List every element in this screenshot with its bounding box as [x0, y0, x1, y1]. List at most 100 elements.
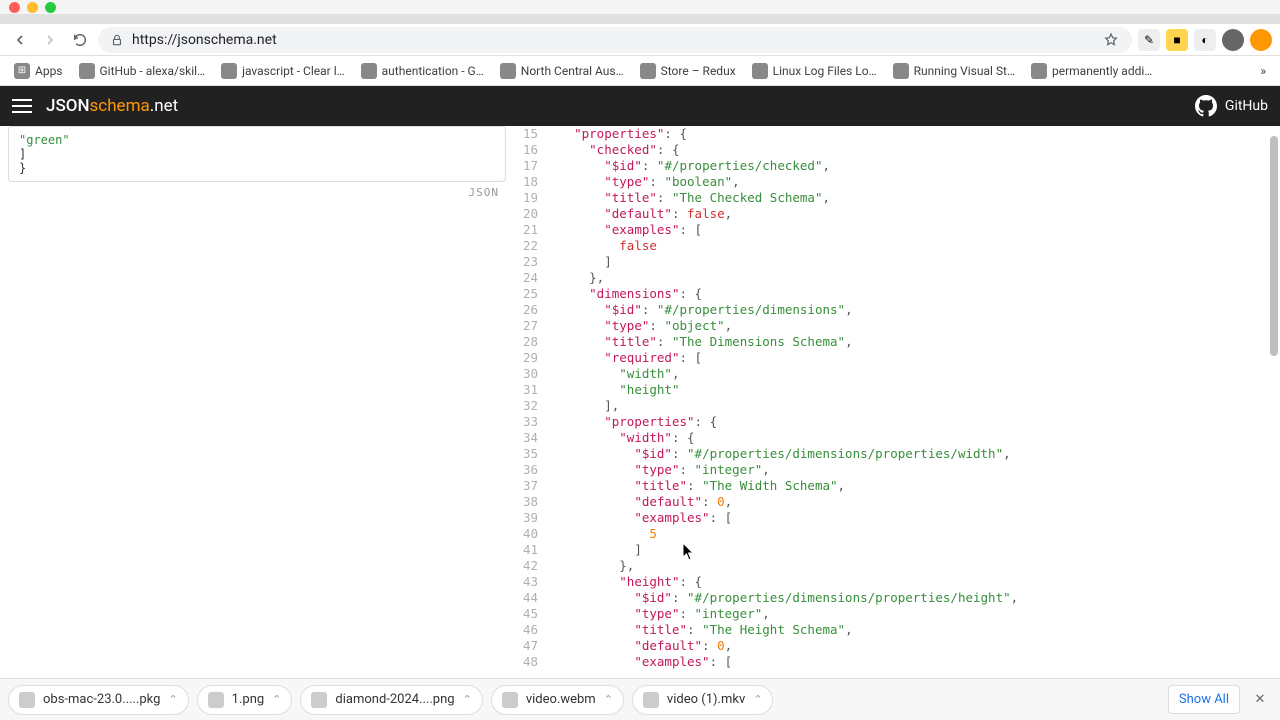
code-line: "examples": [	[544, 222, 1280, 238]
close-downloads-bar[interactable]: ✕	[1248, 688, 1272, 712]
forward-button[interactable]	[38, 28, 62, 52]
app-brand: JSONschema.net	[46, 96, 178, 116]
code-line: "type": "integer",	[544, 606, 1280, 622]
bookmark-item[interactable]: authentication - G…	[355, 59, 490, 83]
bookmark-item[interactable]: javascript - Clear l…	[215, 59, 351, 83]
download-item[interactable]: video (1).mkv⌃	[632, 685, 774, 715]
code-line: "title": "The Dimensions Schema",	[544, 334, 1280, 350]
line-number: 36	[514, 462, 538, 478]
download-item[interactable]: 1.png ⌃	[197, 685, 293, 715]
show-all-downloads[interactable]: Show All	[1168, 685, 1240, 714]
line-number: 19	[514, 190, 538, 206]
line-number: 15	[514, 126, 538, 142]
code-line: "width",	[544, 366, 1280, 382]
download-filename: 1.png	[232, 692, 265, 707]
github-link[interactable]: GitHub	[1195, 95, 1268, 117]
bookmark-item[interactable]: ⊞Apps	[8, 59, 69, 83]
line-number: 20	[514, 206, 538, 222]
bookmark-item[interactable]: GitHub - alexa/skil…	[73, 59, 212, 83]
star-icon[interactable]	[1102, 31, 1120, 49]
so-icon	[221, 63, 237, 79]
address-bar[interactable]: https://jsonschema.net	[98, 27, 1132, 53]
extension-icon[interactable]: ◐	[1194, 29, 1216, 51]
json-input-editor[interactable]: "green" ]} JSON	[8, 126, 506, 182]
chevron-up-icon[interactable]: ⌃	[168, 693, 177, 706]
chevron-up-icon[interactable]: ⌃	[604, 693, 613, 706]
bookmark-label: Store – Redux	[661, 64, 736, 78]
back-button[interactable]	[8, 28, 32, 52]
menu-button[interactable]	[12, 99, 32, 113]
file-icon	[19, 692, 35, 708]
code-line: "default": 0,	[544, 638, 1280, 654]
code-line: "title": "The Width Schema",	[544, 478, 1280, 494]
chevron-up-icon[interactable]: ⌃	[272, 693, 281, 706]
code-line: ]	[544, 254, 1280, 270]
code-line: },	[544, 270, 1280, 286]
url-text: https://jsonschema.net	[132, 32, 277, 48]
line-number: 45	[514, 606, 538, 622]
file-icon	[208, 692, 224, 708]
editor-line: ]	[19, 147, 495, 161]
code-line: ],	[544, 398, 1280, 414]
line-number: 37	[514, 478, 538, 494]
lock-icon	[110, 33, 124, 47]
bookmark-item[interactable]: Linux Log Files Lo…	[746, 59, 883, 83]
lx-icon	[752, 63, 768, 79]
file-icon	[643, 692, 659, 708]
browser-toolbar: https://jsonschema.net ✎ ■ ◐	[0, 24, 1280, 56]
code-line: "default": 0,	[544, 494, 1280, 510]
line-number: 43	[514, 574, 538, 590]
code-line: "$id": "#/properties/checked",	[544, 158, 1280, 174]
browser-tabstrip[interactable]	[0, 14, 1280, 24]
gh-icon	[79, 63, 95, 79]
line-number: 30	[514, 366, 538, 382]
code-line: "height": {	[544, 574, 1280, 590]
github-icon	[1195, 95, 1217, 117]
line-number: 48	[514, 654, 538, 670]
line-number: 46	[514, 622, 538, 638]
line-number: 21	[514, 222, 538, 238]
bookmarks-overflow[interactable]: »	[1254, 60, 1272, 82]
bookmark-label: authentication - G…	[382, 64, 484, 78]
line-number: 40	[514, 526, 538, 542]
minimize-window-button[interactable]	[27, 2, 38, 13]
download-item[interactable]: diamond-2024....png⌃	[300, 685, 482, 715]
bookmark-label: GitHub - alexa/skil…	[100, 64, 206, 78]
line-number: 25	[514, 286, 538, 302]
line-number: 35	[514, 446, 538, 462]
bookmark-item[interactable]: North Central Aus…	[494, 59, 630, 83]
extension-icon[interactable]: ✎	[1138, 29, 1160, 51]
reload-button[interactable]	[68, 28, 92, 52]
chevron-up-icon[interactable]: ⌃	[463, 693, 472, 706]
line-number: 18	[514, 174, 538, 190]
download-filename: video.webm	[526, 692, 596, 707]
bookmarks-bar: ⊞Apps GitHub - alexa/skil… javascript - Cl…	[0, 56, 1280, 86]
line-number: 27	[514, 318, 538, 334]
line-number: 47	[514, 638, 538, 654]
download-item[interactable]: video.webm ⌃	[491, 685, 624, 715]
code-line: "type": "boolean",	[544, 174, 1280, 190]
bookmark-label: Apps	[35, 64, 63, 78]
line-number: 24	[514, 270, 538, 286]
close-window-button[interactable]	[9, 2, 20, 13]
schema-code[interactable]: "properties": { "checked": { "$id": "#/p…	[544, 126, 1280, 678]
bookmark-item[interactable]: permanently addi…	[1025, 59, 1158, 83]
code-line: "properties": {	[544, 414, 1280, 430]
code-line: "$id": "#/properties/dimensions/properti…	[544, 446, 1280, 462]
line-number: 31	[514, 382, 538, 398]
chevron-up-icon[interactable]: ⌃	[753, 693, 762, 706]
line-number: 23	[514, 254, 538, 270]
maximize-window-button[interactable]	[45, 2, 56, 13]
bookmark-item[interactable]: Store – Redux	[634, 59, 742, 83]
profile-avatar[interactable]	[1222, 29, 1244, 51]
bookmark-item[interactable]: Running Visual St…	[887, 59, 1021, 83]
scrollbar-thumb[interactable]	[1270, 136, 1278, 356]
extension-icon[interactable]	[1250, 29, 1272, 51]
input-pane: "green" ]} JSON	[0, 126, 514, 678]
bookmark-label: Running Visual St…	[914, 64, 1015, 78]
extension-icon[interactable]: ■	[1166, 29, 1188, 51]
code-line: 5	[544, 526, 1280, 542]
bookmark-label: North Central Aus…	[521, 64, 624, 78]
download-item[interactable]: obs-mac-23.0.....pkg⌃	[8, 685, 189, 715]
line-number: 39	[514, 510, 538, 526]
